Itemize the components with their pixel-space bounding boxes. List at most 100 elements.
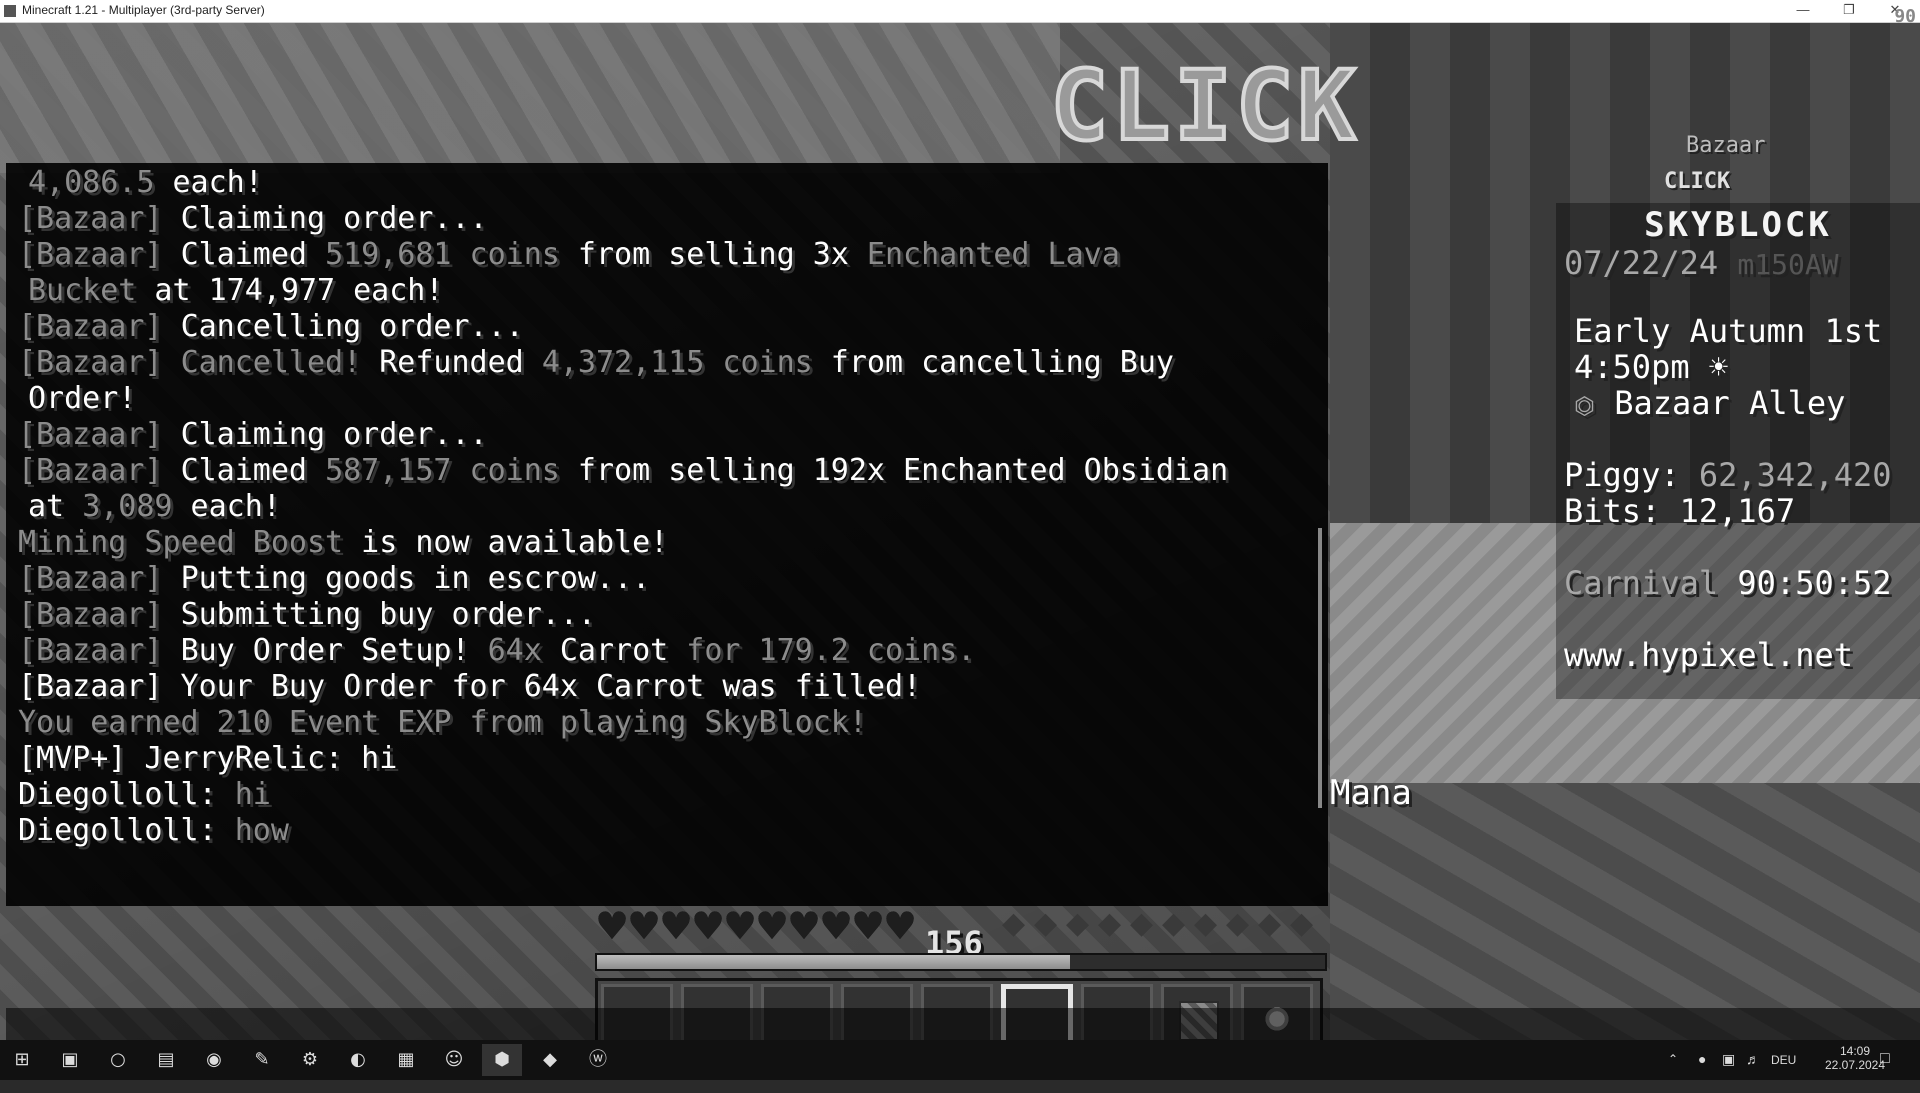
vscode-icon[interactable]: ⬢: [482, 1044, 522, 1076]
heart-icon: [723, 904, 757, 948]
chat-segment: Order!: [28, 381, 137, 416]
chat-segment: how: [234, 813, 289, 848]
tray-chevron-icon[interactable]: ⌃: [1668, 1052, 1678, 1092]
heart-icon: [819, 904, 853, 948]
chat-line: Diegolloll: hi: [18, 777, 271, 813]
heart-icon: [787, 904, 821, 948]
windows-start-icon[interactable]: ⊞: [2, 1044, 42, 1076]
chat-line: Order!: [28, 381, 136, 417]
chat-segment: 64x: [487, 633, 560, 668]
bits-label: Bits:: [1564, 492, 1680, 530]
food-drumstick-icon: [1192, 906, 1220, 941]
heart-icon: [627, 904, 661, 948]
network-icon[interactable]: ▣: [1722, 1051, 1735, 1091]
steam-icon[interactable]: ⚙: [290, 1044, 330, 1076]
chat-segment: from selling 3x: [559, 237, 867, 272]
language-indicator[interactable]: DEU: [1771, 1053, 1796, 1093]
chat-panel: 4,086.5 each! [Bazaar] Claiming order...[…: [6, 163, 1328, 906]
chat-segment: [Bazaar]: [18, 309, 181, 344]
chat-segment: Cancelled!: [180, 345, 362, 380]
chat-segment: hi: [234, 777, 271, 812]
chat-segment: [Bazaar] Your Buy Order for 64x Carrot w…: [18, 669, 922, 704]
notepad-icon[interactable]: ✎: [242, 1044, 282, 1076]
chat-line: [Bazaar] Cancelling order...: [18, 309, 524, 345]
chat-segment: for: [668, 633, 759, 668]
world-sign-click: CLICK: [1049, 49, 1360, 163]
food-drumstick-icon: [1224, 906, 1252, 941]
chat-line: Diegolloll: how: [18, 813, 289, 849]
chat-segment: from selling 192x Enchanted Obsidian: [559, 453, 1229, 488]
scoreboard: SKYBLOCK 07/22/24 m150AW Early Autumn 1s…: [1556, 203, 1920, 699]
chat-segment: [Bazaar]: [18, 561, 181, 596]
chat-line: Mining Speed Boost is now available!: [18, 525, 668, 561]
window-titlebar: Minecraft 1.21 - Multiplayer (3rd-party …: [0, 0, 1920, 27]
chat-segment: Mining Speed Boost: [18, 525, 344, 560]
chat-line: [MVP+] JerryRelic: hi: [18, 741, 397, 777]
heart-icon: [755, 904, 789, 948]
cortana-icon[interactable]: ○: [98, 1044, 138, 1076]
chat-line: [Bazaar] Submitting buy order...: [18, 597, 596, 633]
chat-segment: Carrot: [559, 633, 669, 668]
chat-line: [Bazaar] Claiming order...: [18, 201, 488, 237]
chat-segment: [Bazaar]: [18, 633, 181, 668]
chat-scrollbar[interactable]: [1318, 528, 1322, 808]
chat-segment: 4,086.5: [28, 165, 173, 200]
store-icon[interactable]: ▦: [386, 1044, 426, 1076]
bazaar-npc-label: Bazaar: [1686, 133, 1766, 158]
windows-taskbar: ⌃ ● ▣ ♬ DEU 14:09 22.07.2024 □ ⊞ ▣ ○ ▤ ◉ ✎ ⚙ ◐ ▦…: [0, 1040, 1920, 1080]
chat-segment: Diegolloll:: [18, 777, 235, 812]
browser-chrome-icon[interactable]: ◉: [194, 1044, 234, 1076]
scoreboard-piggy-line: Piggy: 62,342,420: [1564, 457, 1892, 493]
edge-icon[interactable]: ◐: [338, 1044, 378, 1076]
chat-line: [Bazaar] Buy Order Setup! 64x Carrot for…: [18, 633, 975, 669]
chat-line: Bucket at 174,977 each!: [28, 273, 443, 309]
world-block: [1330, 783, 1920, 1040]
xp-bar-fill: [597, 955, 1071, 969]
chat-line: [Bazaar] Claimed 519,681 coins from sell…: [18, 237, 1120, 273]
xp-bar: [595, 953, 1327, 971]
minecraft-icon[interactable]: ◆: [530, 1044, 570, 1076]
file-explorer-icon[interactable]: ▤: [146, 1044, 186, 1076]
chat-segment: [MVP+] JerryRelic: hi: [18, 741, 398, 776]
chat-segment: Claiming order...: [180, 201, 488, 236]
chat-segment: 519,681 coins: [325, 237, 560, 272]
chat-segment: 179.2 coins.: [758, 633, 976, 668]
microphone-icon[interactable]: ●: [1698, 1051, 1706, 1091]
piggy-label: Piggy:: [1564, 456, 1699, 494]
task-view-icon[interactable]: ▣: [50, 1044, 90, 1076]
chat-input[interactable]: [6, 1008, 1920, 1040]
word-icon[interactable]: ⓦ: [578, 1044, 618, 1076]
chat-segment: Claiming order...: [180, 417, 488, 452]
scoreboard-location-line: ⏣ Bazaar Alley: [1574, 385, 1845, 424]
chat-segment: Cancelling order...: [180, 309, 524, 344]
chat-segment: [Bazaar]: [18, 237, 181, 272]
restore-button[interactable]: ❐: [1826, 0, 1872, 22]
location-pin-icon: ⏣: [1574, 392, 1595, 420]
heart-icon: [851, 904, 885, 948]
chat-line: at 3,089 each!: [28, 489, 281, 525]
world-wall: [0, 23, 1060, 173]
chat-segment: Diegolloll:: [18, 813, 235, 848]
chat-segment: You earned 210 Event EXP from playing Sk…: [18, 705, 867, 740]
chat-segment: Buy Order Setup!: [180, 633, 488, 668]
game-viewport[interactable]: CLICK 4,086.5 each! [Bazaar] Claiming ord…: [0, 23, 1920, 1040]
discord-icon[interactable]: ☺: [434, 1044, 474, 1076]
minecraft-app-icon: [4, 5, 16, 17]
food-drumstick-icon: [1032, 906, 1060, 941]
chat-segment: at: [28, 489, 83, 524]
chat-segment: Bucket: [28, 273, 137, 308]
chat-segment: 4,372,115 coins: [541, 345, 813, 380]
minimize-button[interactable]: —: [1780, 0, 1826, 22]
chat-segment: [Bazaar]: [18, 345, 181, 380]
food-drumstick-icon: [1096, 906, 1124, 941]
food-drumstick-icon: [1064, 906, 1092, 941]
heart-icon: [883, 904, 917, 948]
food-drumstick-icon: [1288, 906, 1316, 941]
mana-label: Mana: [1330, 773, 1412, 813]
scoreboard-time: 4:50pm ☀: [1574, 348, 1729, 386]
volume-icon[interactable]: ♬: [1746, 1051, 1760, 1091]
notification-icon[interactable]: □: [1880, 1050, 1890, 1090]
chat-segment: 3,089: [82, 489, 173, 524]
chat-segment: Refunded: [361, 345, 542, 380]
chat-line: 4,086.5 each!: [28, 165, 263, 201]
